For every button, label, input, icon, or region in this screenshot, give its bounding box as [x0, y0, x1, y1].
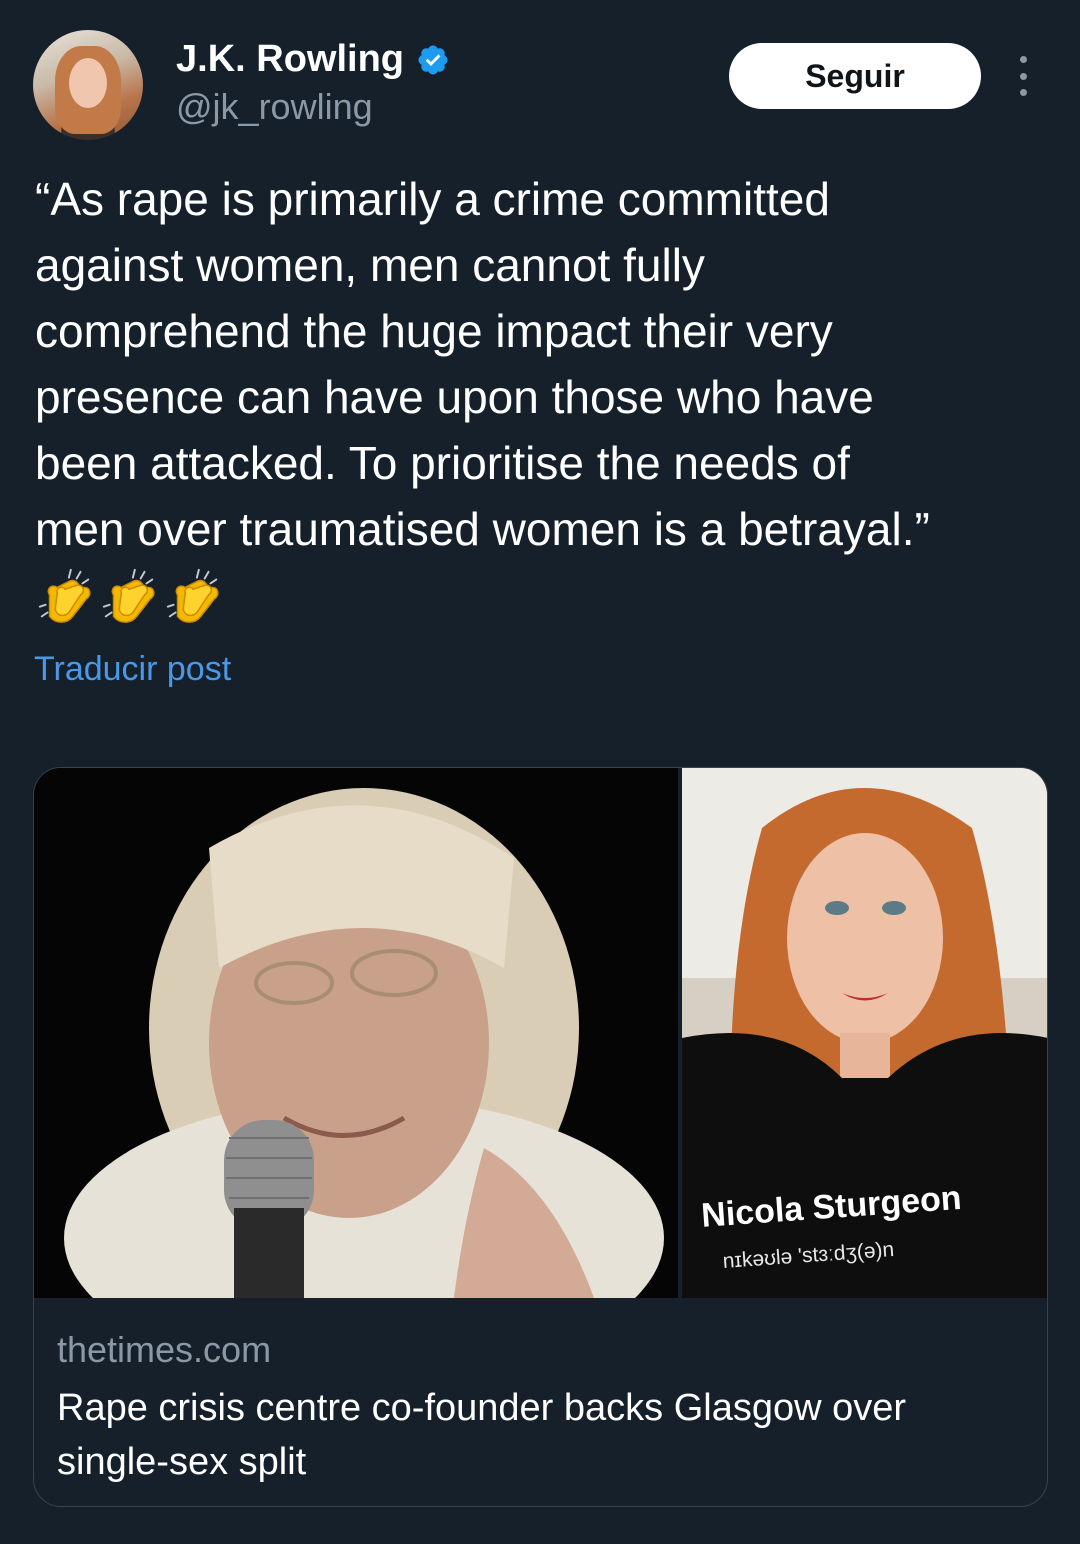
author-name[interactable]: J.K. Rowling	[176, 38, 404, 81]
clapping-hands-icon	[38, 568, 91, 623]
more-dot	[1019, 89, 1027, 96]
verified-badge-icon	[418, 44, 448, 75]
link-domain[interactable]: thetimes.com	[57, 1329, 271, 1371]
clapping-hands-icon	[166, 568, 219, 623]
post-text: “As rape is primarily a crime committed …	[35, 173, 930, 555]
older-woman-photo	[34, 768, 678, 1298]
author-handle[interactable]: @jk_rowling	[176, 86, 373, 128]
more-dot	[1019, 72, 1027, 80]
emoji-row	[34, 566, 224, 628]
author-name-row[interactable]: J.K. Rowling	[176, 38, 450, 81]
more-dot	[1019, 56, 1027, 63]
clapping-hands-icon	[102, 568, 155, 623]
author-avatar[interactable]	[33, 30, 143, 140]
article-photo-left	[34, 768, 678, 1298]
link-title[interactable]: Rape crisis centre co-founder backs Glas…	[57, 1381, 1017, 1489]
translate-post-link[interactable]: Traducir post	[34, 650, 231, 689]
more-vertical-icon[interactable]	[1008, 56, 1038, 96]
avatar-face	[69, 58, 107, 108]
follow-button[interactable]: Seguir	[729, 43, 981, 109]
